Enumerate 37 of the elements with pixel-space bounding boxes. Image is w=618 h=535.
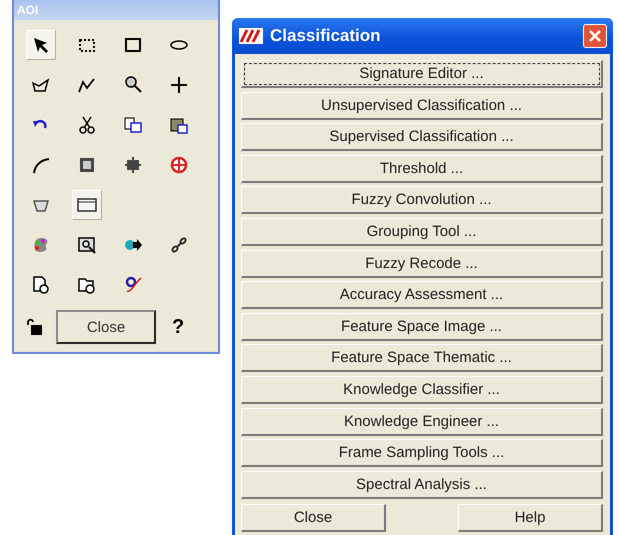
rectangle-icon	[123, 35, 143, 55]
menu-button[interactable]: Accuracy Assessment ...	[241, 281, 603, 310]
window-title: Classification	[270, 26, 382, 46]
window-title: AOI	[14, 0, 218, 20]
pointer-icon	[31, 35, 51, 55]
menu-button[interactable]: Grouping Tool ...	[241, 218, 603, 246]
menu-button[interactable]: Fuzzy Recode ...	[241, 250, 603, 278]
zoom-frame-icon	[77, 235, 97, 255]
link-icon	[169, 235, 189, 255]
document-icon	[31, 275, 51, 295]
menu-button[interactable]: Threshold ...	[241, 154, 603, 183]
menu-button[interactable]: Unsupervised Classification ...	[241, 92, 603, 120]
curve-icon	[31, 155, 51, 175]
window-tool[interactable]	[72, 190, 102, 220]
lock-icon[interactable]	[26, 318, 44, 336]
close-button[interactable]: Close	[56, 310, 156, 344]
menu-button[interactable]: Spectral Analysis ...	[241, 470, 603, 499]
menu-button[interactable]: Frame Sampling Tools ...	[241, 439, 603, 468]
help-button[interactable]: ?	[168, 316, 188, 338]
menu-button[interactable]: Knowledge Classifier ...	[241, 376, 603, 404]
menu-button[interactable]: Feature Space Thematic ...	[241, 344, 603, 372]
crosshair-icon	[169, 75, 189, 95]
dialog-button[interactable]: Close	[241, 504, 386, 532]
dialog-button[interactable]: Help	[458, 504, 603, 532]
menu-button[interactable]: Signature Editor ...	[241, 60, 603, 88]
magnifier-icon	[123, 75, 143, 95]
app-logo-icon	[238, 26, 264, 46]
menu-button[interactable]: Knowledge Engineer ...	[241, 408, 603, 436]
menu-button[interactable]: Fuzzy Convolution ...	[241, 186, 603, 214]
scissors-icon	[77, 115, 97, 135]
pointer-tool[interactable]	[26, 30, 56, 60]
formula-icon	[123, 275, 143, 295]
menu-button[interactable]: Feature Space Image ...	[241, 312, 603, 341]
close-icon[interactable]	[583, 24, 607, 48]
target-icon	[169, 155, 189, 175]
menu-button[interactable]: Supervised Classification ...	[241, 123, 603, 152]
copy-icon	[123, 115, 143, 135]
